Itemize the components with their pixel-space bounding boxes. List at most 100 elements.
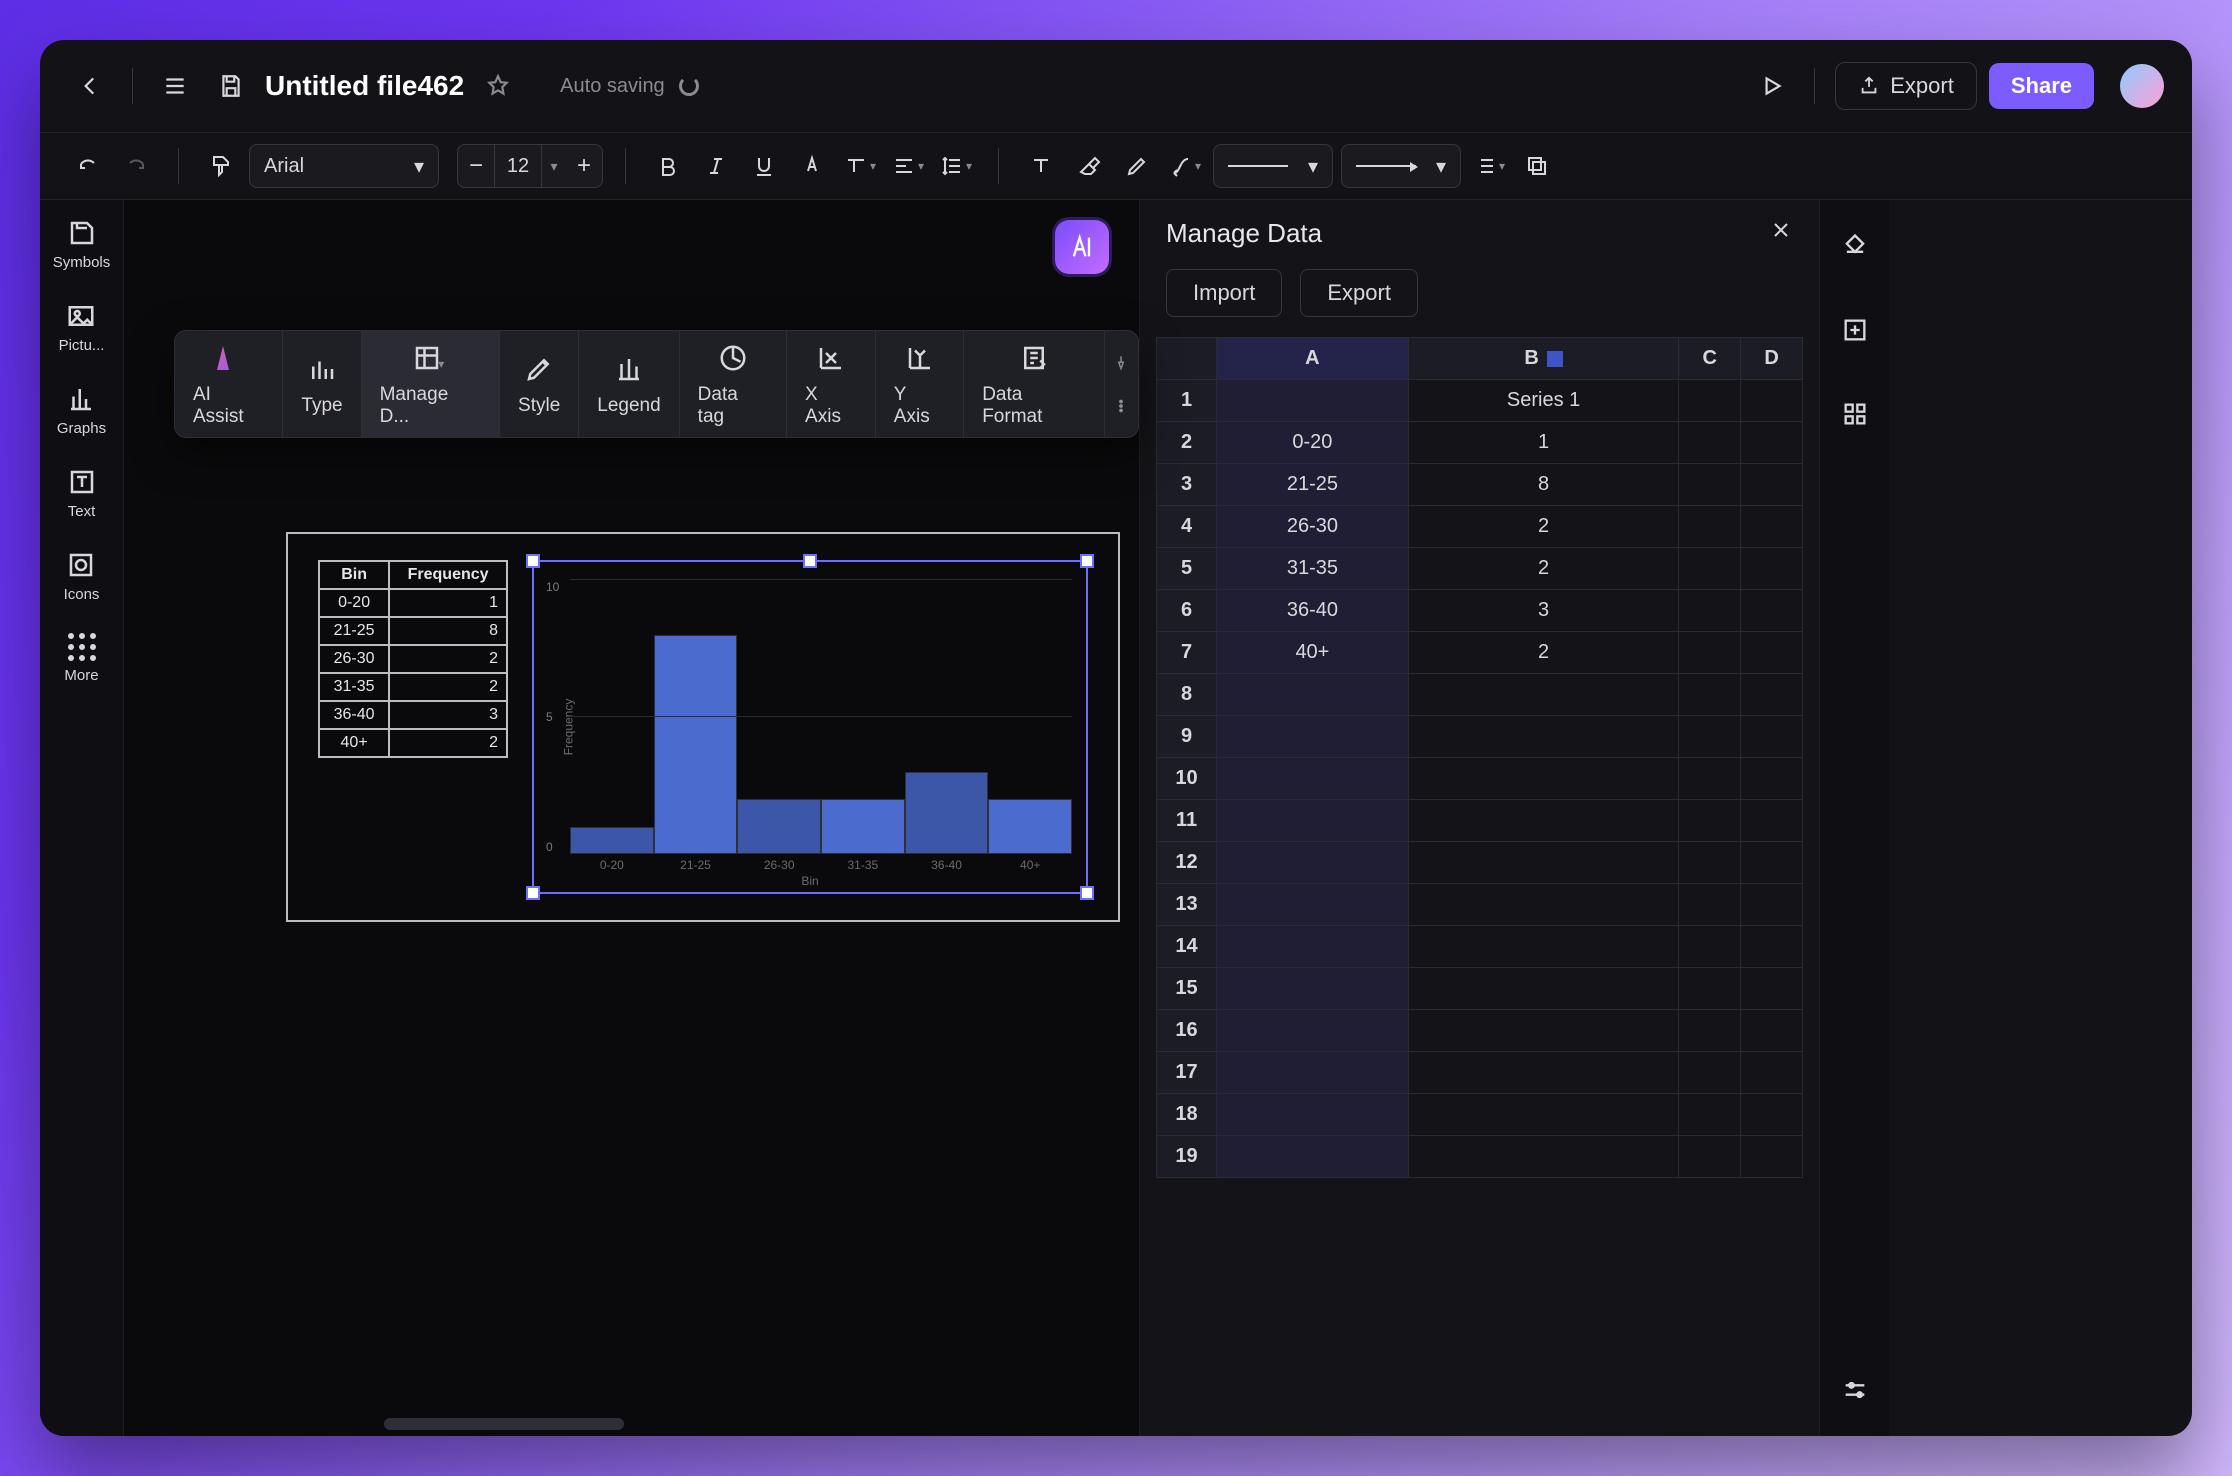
ct-type[interactable]: Type: [283, 331, 361, 437]
apps-button[interactable]: [1835, 394, 1875, 434]
back-button[interactable]: [68, 64, 112, 108]
cell[interactable]: [1741, 632, 1803, 674]
cell[interactable]: [1741, 674, 1803, 716]
redo-button[interactable]: [116, 146, 156, 186]
row-header[interactable]: 13: [1157, 884, 1217, 926]
cell[interactable]: [1679, 590, 1741, 632]
favorite-star-icon[interactable]: [476, 64, 520, 108]
cell[interactable]: [1741, 1094, 1803, 1136]
cell[interactable]: [1408, 1010, 1679, 1052]
cell[interactable]: [1408, 1094, 1679, 1136]
bar[interactable]: [988, 799, 1072, 854]
font-size-decrease[interactable]: −: [458, 152, 494, 180]
row-header[interactable]: 2: [1157, 422, 1217, 464]
font-size-value[interactable]: 12: [494, 145, 542, 187]
bar[interactable]: [821, 799, 905, 854]
cell[interactable]: [1741, 1010, 1803, 1052]
cell[interactable]: [1217, 1136, 1409, 1178]
row-header[interactable]: 9: [1157, 716, 1217, 758]
ct-data-tag[interactable]: Data tag: [680, 331, 787, 437]
cell[interactable]: [1741, 884, 1803, 926]
cell[interactable]: [1217, 716, 1409, 758]
cell[interactable]: 2: [1408, 506, 1679, 548]
row-header[interactable]: 16: [1157, 1010, 1217, 1052]
column-header[interactable]: D: [1741, 338, 1803, 380]
underline-button[interactable]: [744, 146, 784, 186]
resize-handle[interactable]: [526, 886, 540, 900]
cell[interactable]: [1679, 380, 1741, 422]
resize-handle[interactable]: [526, 554, 540, 568]
row-header[interactable]: 4: [1157, 506, 1217, 548]
canvas[interactable]: AI Assist Type ▾ Manage D... Style: [124, 200, 1139, 1436]
sidebar-item-more[interactable]: More: [64, 633, 98, 684]
fill-color-button[interactable]: [1835, 226, 1875, 266]
cell[interactable]: [1408, 968, 1679, 1010]
bar[interactable]: [570, 827, 654, 854]
cell[interactable]: Series 1: [1408, 380, 1679, 422]
font-family-select[interactable]: Arial ▾: [249, 144, 439, 188]
cell[interactable]: 36-40: [1217, 590, 1409, 632]
list-button[interactable]: ▾: [1469, 146, 1509, 186]
row-header[interactable]: 15: [1157, 968, 1217, 1010]
bar[interactable]: [905, 772, 989, 854]
cell[interactable]: [1741, 716, 1803, 758]
row-header[interactable]: 12: [1157, 842, 1217, 884]
close-panel-button[interactable]: [1769, 218, 1793, 249]
ai-assistant-badge[interactable]: [1055, 220, 1109, 274]
cell[interactable]: [1408, 842, 1679, 884]
ct-legend[interactable]: Legend: [579, 331, 679, 437]
share-button[interactable]: Share: [1989, 63, 2094, 109]
bar[interactable]: [654, 635, 738, 854]
undo-button[interactable]: [68, 146, 108, 186]
cell[interactable]: [1217, 1010, 1409, 1052]
cell[interactable]: 21-25: [1217, 464, 1409, 506]
cell[interactable]: [1217, 968, 1409, 1010]
menu-button[interactable]: [153, 64, 197, 108]
font-size-stepper[interactable]: − 12 ▾ +: [457, 144, 603, 188]
file-title[interactable]: Untitled file462: [265, 70, 464, 102]
row-header[interactable]: 10: [1157, 758, 1217, 800]
row-header[interactable]: 5: [1157, 548, 1217, 590]
cell[interactable]: [1217, 1094, 1409, 1136]
cell[interactable]: [1679, 548, 1741, 590]
format-painter-button[interactable]: [201, 146, 241, 186]
cell[interactable]: [1408, 926, 1679, 968]
text-tool-button[interactable]: [1021, 146, 1061, 186]
cell[interactable]: [1679, 464, 1741, 506]
cell[interactable]: [1741, 548, 1803, 590]
cell[interactable]: 26-30: [1217, 506, 1409, 548]
resize-handle[interactable]: [1080, 886, 1094, 900]
layers-button[interactable]: [1517, 146, 1557, 186]
cell[interactable]: [1679, 632, 1741, 674]
horizontal-scrollbar[interactable]: [384, 1418, 624, 1430]
pen-button[interactable]: [1117, 146, 1157, 186]
row-header[interactable]: 11: [1157, 800, 1217, 842]
cell[interactable]: [1217, 800, 1409, 842]
cell[interactable]: [1408, 1052, 1679, 1094]
cell[interactable]: [1679, 758, 1741, 800]
text-case-button[interactable]: ▾: [840, 146, 880, 186]
bold-button[interactable]: [648, 146, 688, 186]
row-header[interactable]: 1: [1157, 380, 1217, 422]
cell[interactable]: 2: [1408, 632, 1679, 674]
cell[interactable]: [1741, 800, 1803, 842]
cell[interactable]: 8: [1408, 464, 1679, 506]
cell[interactable]: [1679, 842, 1741, 884]
document-frame[interactable]: Bin Frequency 0-20121-25826-30231-35236-…: [286, 532, 1120, 922]
cell[interactable]: [1741, 590, 1803, 632]
ct-more[interactable]: [1105, 331, 1138, 437]
cell[interactable]: [1741, 926, 1803, 968]
cell[interactable]: 1: [1408, 422, 1679, 464]
cell[interactable]: [1679, 968, 1741, 1010]
resize-handle[interactable]: [803, 554, 817, 568]
cell[interactable]: 2: [1408, 548, 1679, 590]
row-header[interactable]: 8: [1157, 674, 1217, 716]
cell[interactable]: [1741, 758, 1803, 800]
cell[interactable]: [1217, 842, 1409, 884]
row-header[interactable]: 14: [1157, 926, 1217, 968]
cell[interactable]: 40+: [1217, 632, 1409, 674]
cell[interactable]: 0-20: [1217, 422, 1409, 464]
chevron-down-icon[interactable]: ▾: [542, 158, 566, 175]
cell[interactable]: 3: [1408, 590, 1679, 632]
arrow-style-select[interactable]: ▾: [1341, 144, 1461, 188]
